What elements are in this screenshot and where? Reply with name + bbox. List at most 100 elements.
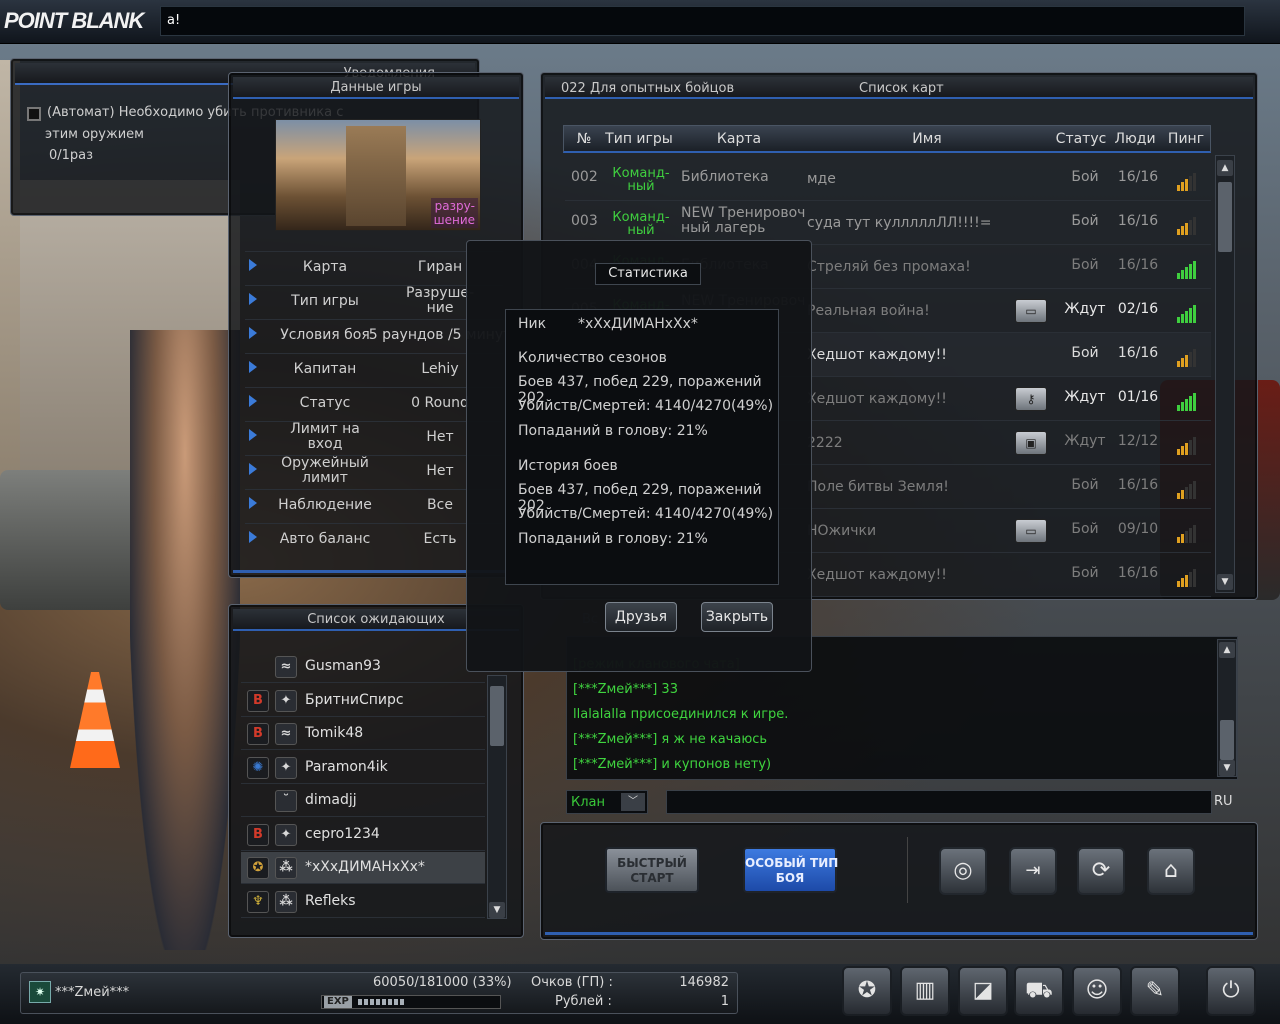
scrollbar-thumb[interactable] [1220,720,1234,760]
room-people: 01/16 [1117,389,1159,405]
rank-icon: ✦ [275,823,297,846]
game-data-row: Условия боя 5 раундов /5 минут [245,319,511,349]
rank-icon: ✷ [29,981,51,1003]
history-kill-death: Убийств/Смертей: 4140/4270(49%) [518,506,774,522]
waiting-player-row[interactable]: B ≈ Tomik48 [241,718,485,750]
scroll-down-button[interactable]: ▼ [1217,574,1233,590]
create-room-icon[interactable]: ⌂ [1147,847,1195,895]
scrollbar-thumb[interactable] [490,686,504,746]
channel-title: 022 Для опытных бойцов [561,81,735,96]
room-row[interactable]: 002 Команд- ный Библиотека мде Бой 16/16 [565,157,1211,201]
clan-icon[interactable]: ✪ [842,966,892,1016]
waiting-player-row[interactable]: ♆ ⁂ Refleks [241,886,485,918]
ping-signal-icon [1177,173,1199,191]
statistics-content: Ник *xXxДИМАНxXx* Количество сезонов Бое… [505,309,779,585]
shop-cart-icon[interactable]: ⛟ [1014,966,1064,1016]
rank-icon: ˘ [275,790,297,812]
scroll-down-button[interactable]: ▼ [489,902,505,918]
ping-signal-icon [1177,525,1199,543]
enter-room-icon[interactable]: ⇥ [1009,847,1057,895]
chat-input[interactable] [666,790,1212,814]
inventory-backpack-icon[interactable]: ◪ [958,966,1008,1016]
special-mode-button[interactable]: ОСОБЫЙ ТИП БОЯ [743,847,839,893]
quick-start-button[interactable]: БЫСТРЫЙ СТАРТ [605,847,699,893]
map-thumbnail-cathedral [346,126,406,226]
clan-mark-icon: B [247,823,269,846]
room-status: Ждут [1064,389,1106,405]
room-status: Бой [1071,345,1099,361]
special-mode-label: ОСОБЫЙ ТИП БОЯ [745,856,839,885]
game-data-row: Карта Гиран [245,251,503,281]
exp-value: 60050/181000 (33%) [373,975,512,990]
community-icon[interactable]: ☺ [1072,966,1122,1016]
game-data-row: Капитан Lehiy [245,353,503,383]
column-header[interactable]: Люди [1110,131,1160,147]
waiting-player-row[interactable]: ✪ ⁂ *xXxДИМАНxXx* [241,852,485,884]
room-name: 2222 [807,435,843,451]
room-name: Стреляй без промаха! [807,259,971,275]
room-list-scrollbar[interactable]: ▲ ▼ [1215,155,1235,593]
player-name: Paramon4ik [305,758,388,775]
column-header[interactable]: Имя [802,131,1052,147]
waiting-player-row[interactable]: ✺ ✦ Paramon4ik [241,752,485,784]
room-name: НОжички [807,523,877,539]
room-table-header: № Тип игры Карта Имя Статус Люди Пинг [563,125,1211,153]
room-people: 16/16 [1117,257,1159,273]
arrow-right-icon [249,395,257,407]
scrollbar-thumb[interactable] [1218,182,1232,252]
waiting-player-row[interactable]: B ✦ БритниСпирс [241,685,485,717]
chat-channel-select[interactable]: Клан ﹀ [566,790,648,814]
room-mode: Команд- ный [612,210,670,238]
chat-message: [***Zмей***] 33 [573,682,678,697]
waiting-player-row[interactable]: ˘ dimadjj [241,785,485,817]
friends-button[interactable]: Друзья [605,602,677,632]
quick-start-label: БЫСТРЫЙ СТАРТ [617,856,687,885]
column-header[interactable]: Пинг [1160,131,1212,147]
nick-value: *xXxДИМАНxXx* [578,316,698,332]
column-header[interactable]: Статус [1052,131,1110,147]
chat-message: llalalalla присоединился к игре. [573,707,789,722]
waiting-list-scrollbar[interactable]: ▼ [487,675,507,919]
arrow-right-icon [249,463,257,475]
arrow-right-icon [249,259,257,271]
chat-scrollbar[interactable]: ▲ ▼ [1217,639,1237,777]
weapon-restriction-icon: ▭ [1015,299,1047,323]
arrow-right-icon [249,293,257,305]
ping-signal-icon [1177,393,1199,411]
notification-line: этим оружием [45,127,144,142]
notification-checkbox[interactable] [27,107,41,121]
chevron-down-icon[interactable]: ﹀ [621,793,645,811]
game-data-key: Наблюдение [278,496,372,513]
room-name: Поле битвы Земля! [807,479,949,495]
room-status: Бой [1071,257,1099,273]
room-number: 002 [571,169,598,185]
player-name: cepro1234 [305,825,380,842]
room-row[interactable]: 003 Команд- ный NEW Тренировоч ный лагерь с… [565,201,1211,245]
waiting-player-row[interactable]: B ✦ cepro1234 [241,819,485,851]
player-name: Gusman93 [305,658,381,674]
waiting-player-row[interactable]: ≈ Gusman93 [241,651,485,683]
column-header[interactable]: № [564,131,604,147]
rank-icon: ⁂ [275,857,297,879]
room-people: 16/16 [1117,345,1159,361]
clan-mark-icon: ♆ [247,890,269,913]
column-header[interactable]: Тип игры [604,131,674,147]
notification-line: 0/1раз [49,148,94,163]
points-label: Очков (ГП) : [531,975,613,990]
room-people: 12/12 [1117,433,1159,449]
ping-signal-icon [1177,349,1199,367]
record-book-icon[interactable]: ▥ [900,966,950,1016]
room-mode: Команд- ный [612,166,670,194]
game-data-row: Статус 0 Round [245,387,503,417]
scroll-up-button[interactable]: ▲ [1217,160,1233,176]
globe-refresh-icon[interactable]: ◎ [939,847,987,895]
close-button[interactable]: Закрыть [701,602,773,632]
power-exit-icon[interactable]: ⏻ [1206,966,1256,1016]
column-header[interactable]: Карта [676,131,802,147]
scroll-down-button[interactable]: ▼ [1219,760,1235,776]
settings-wrench-icon[interactable]: ✎ [1130,966,1180,1016]
panel-accent [545,932,1253,935]
history-headshots: Попаданий в голову: 21% [518,531,708,547]
scroll-up-button[interactable]: ▲ [1219,642,1235,658]
refresh-icon[interactable]: ⟳ [1077,847,1125,895]
